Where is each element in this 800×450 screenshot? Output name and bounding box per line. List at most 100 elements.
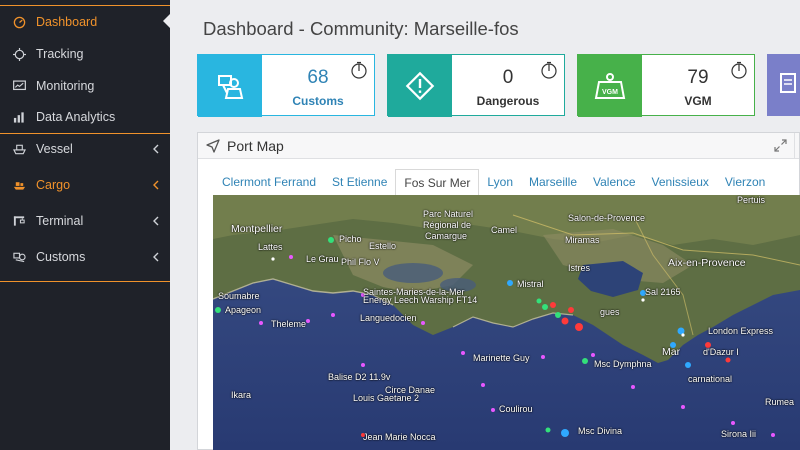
sidebar-item-label: Tracking xyxy=(36,47,84,61)
tab-valence[interactable]: Valence xyxy=(585,169,643,196)
customs-label: Customs xyxy=(292,94,344,108)
port-map[interactable]: Montpellier Lattes Le Grau Picho Estello… xyxy=(213,195,800,450)
sidebar-item-customs[interactable]: Customs xyxy=(0,241,170,273)
crosshair-icon xyxy=(12,47,26,61)
map-label-mar: Mar xyxy=(662,346,681,358)
sidebar-item-terminal[interactable]: Terminal xyxy=(0,205,170,237)
map-label-energy: Energy Leech Warship FT14 xyxy=(363,295,478,305)
sidebar: Dashboard Tracking Monitoring Data Analy… xyxy=(0,0,170,450)
next-card[interactable] xyxy=(767,54,800,116)
dangerous-card[interactable]: 0 Dangerous xyxy=(387,54,565,117)
warning-icon xyxy=(405,71,435,101)
sidebar-item-label: Terminal xyxy=(36,214,84,228)
svg-text:VGM: VGM xyxy=(602,89,618,96)
navigation-arrow-icon xyxy=(206,139,220,153)
map-label-coulirou: Coulirou xyxy=(499,404,533,414)
customs-card[interactable]: 68 Customs xyxy=(197,54,375,117)
map-label-jean: Jean Marie Nocca xyxy=(363,432,436,442)
map-label-mistral: Mistral xyxy=(517,279,544,289)
panel-header-divider xyxy=(794,133,795,159)
sidebar-item-label: Monitoring xyxy=(36,79,95,93)
sidebar-item-data-analytics[interactable]: Data Analytics xyxy=(0,101,170,133)
tab-marseille[interactable]: Marseille xyxy=(521,169,585,196)
map-label-louis: Louis Gaetane 2 xyxy=(353,393,420,403)
map-label-estello: Estello xyxy=(369,241,397,251)
card-icon-area xyxy=(198,55,262,117)
vgm-label: VGM xyxy=(684,94,712,108)
map-label-miramas: Miramas xyxy=(565,235,600,245)
map-label-sal: Sal 2165 xyxy=(645,287,681,297)
map-label-camel: Camel xyxy=(491,225,518,235)
card-icon-area xyxy=(388,55,452,117)
map-label-le-grau: Le Grau xyxy=(306,254,339,264)
sidebar-item-label: Customs xyxy=(36,250,86,264)
dangerous-label: Dangerous xyxy=(476,94,540,108)
map-label-msc-dymphna: Msc Dymphna xyxy=(594,359,652,369)
panel-header: Port Map xyxy=(198,133,799,159)
sidebar-item-label: Dashboard xyxy=(36,15,98,29)
timer-icon xyxy=(541,61,557,79)
chevron-left-icon xyxy=(153,252,159,262)
sidebar-item-dashboard[interactable]: Dashboard xyxy=(0,6,170,38)
chevron-left-icon xyxy=(153,180,159,190)
map-label-phil-flo-v: Phil Flo V xyxy=(341,257,380,267)
map-label-salon: Salon-de-Provence xyxy=(568,213,646,223)
map-label-ikara: Ikara xyxy=(231,390,252,400)
sidebar-item-vessel[interactable]: Vessel xyxy=(0,133,170,165)
map-label-lattes: Lattes xyxy=(258,242,283,252)
sidebar-item-tracking[interactable]: Tracking xyxy=(0,38,170,70)
map-label-parc: Parc Naturel xyxy=(423,209,474,219)
ship-icon xyxy=(12,142,26,156)
map-label-theleme: Theleme xyxy=(271,319,307,329)
port-tabs: Clermont Ferrand St Etienne Fos Sur Mer … xyxy=(214,169,773,196)
map-label-regional: Régional de xyxy=(423,220,472,230)
speedometer-icon xyxy=(12,15,26,29)
map-label-aix: Aix-en-Provence xyxy=(668,257,746,269)
vgm-weight-icon: VGM xyxy=(594,73,626,99)
map-label-sirona: Sirona Iii xyxy=(721,429,757,439)
map-label-balise: Balise D2 11.9v xyxy=(328,372,391,382)
map-label-apageon: Apageon xyxy=(225,305,262,315)
sidebar-item-label: Vessel xyxy=(36,142,73,156)
map-label-dazur: d'Dazur I xyxy=(703,347,739,357)
tab-clermont-ferrand[interactable]: Clermont Ferrand xyxy=(214,169,324,196)
map-label-istres: Istres xyxy=(568,263,591,273)
vgm-card[interactable]: VGM 79 VGM xyxy=(577,54,755,117)
map-label-montpellier: Montpellier xyxy=(231,223,283,235)
card-icon-area: VGM xyxy=(578,55,642,117)
timer-icon xyxy=(731,61,747,79)
card-icon xyxy=(780,73,796,93)
map-label-soumabre: Soumabre xyxy=(218,291,260,301)
sidebar-divider xyxy=(0,281,170,282)
map-label-carnational: carnational xyxy=(688,374,733,384)
map-label-msc-divina: Msc Divina xyxy=(578,426,623,436)
map-label-picho: Picho xyxy=(339,234,362,244)
monitor-chart-icon xyxy=(12,79,26,93)
tab-st-etienne[interactable]: St Etienne xyxy=(324,169,395,196)
panel-title: Port Map xyxy=(227,138,284,154)
map-label-camargue: Camargue xyxy=(425,231,468,241)
tab-vierzon[interactable]: Vierzon xyxy=(717,169,773,196)
map-label-london: London Express xyxy=(708,326,774,336)
sidebar-item-monitoring[interactable]: Monitoring xyxy=(0,70,170,102)
map-label-pertuis: Pertuis xyxy=(737,195,766,205)
customs-icon xyxy=(12,250,26,264)
map-label-gues: gues xyxy=(600,307,620,317)
sidebar-item-cargo[interactable]: Cargo xyxy=(0,169,170,201)
map-label-rumea: Rumea xyxy=(765,397,795,407)
timer-icon xyxy=(351,61,367,79)
sidebar-item-label: Data Analytics xyxy=(36,110,116,124)
bar-chart-icon xyxy=(12,110,26,124)
map-label-marinette: Marinette Guy xyxy=(473,353,530,363)
tab-venissieux[interactable]: Venissieux xyxy=(644,169,717,196)
expand-icon[interactable] xyxy=(774,139,787,152)
tab-lyon[interactable]: Lyon xyxy=(479,169,521,196)
page-title: Dashboard - Community: Marseille-fos xyxy=(203,18,519,39)
terminal-crane-icon xyxy=(12,214,26,228)
map-label-languedocien: Languedocien xyxy=(360,313,417,323)
chevron-left-icon xyxy=(153,216,159,226)
sidebar-item-label: Cargo xyxy=(36,178,71,192)
customs-officer-icon xyxy=(218,75,244,99)
chevron-left-icon xyxy=(153,144,159,154)
tab-fos-sur-mer[interactable]: Fos Sur Mer xyxy=(395,169,480,196)
